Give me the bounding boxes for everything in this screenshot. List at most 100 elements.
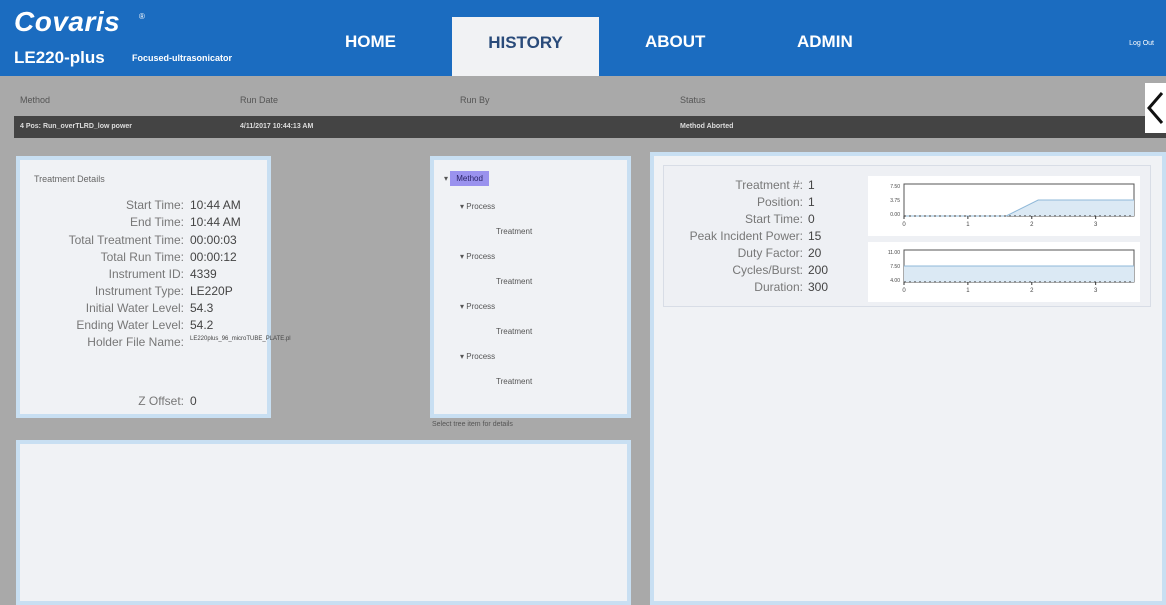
detail-value: 54.2 <box>190 318 214 332</box>
chart-xtick-label: 1 <box>966 288 970 294</box>
detail-row: Instrument Type: LE220P <box>28 284 233 300</box>
tree-item-treatment[interactable]: Treatment <box>496 327 532 336</box>
tree-item-treatment[interactable]: Treatment <box>496 227 532 236</box>
tree-item-treatment[interactable]: Treatment <box>496 277 532 286</box>
detail-row: Z Offset: 0 <box>28 394 196 410</box>
detail-value: 0 <box>190 394 197 408</box>
logout-link[interactable]: Log Out <box>1129 40 1154 47</box>
chart-ytick-label: 7.50 <box>890 184 900 190</box>
detail-label: Z Offset: <box>138 394 184 408</box>
detail-value: 54.3 <box>190 301 214 315</box>
detail-value: 10:44 AM <box>190 198 241 212</box>
chart-xtick-label: 2 <box>1030 288 1034 294</box>
chart-area <box>904 266 1134 282</box>
details-panel-empty <box>16 440 631 605</box>
temperature-chart: °C11.007.504.000123 <box>848 242 1140 302</box>
chart-xtick-label: 0 <box>902 222 906 228</box>
parameter-label: Start Time: <box>744 212 803 226</box>
treatment-details-title: Treatment Details <box>34 174 105 184</box>
parameter-value: 200 <box>808 263 829 277</box>
tree-item-process[interactable]: ▾ Process <box>460 252 495 261</box>
chart-ytick-label: 7.50 <box>890 264 900 270</box>
tree-item-process[interactable]: ▾ Process <box>460 352 495 361</box>
parameter-value: 15 <box>808 229 822 243</box>
chart-ytick-label: 4.00 <box>890 278 900 284</box>
chart-ytick-label: 11.00 <box>888 250 900 256</box>
parameter-row: Position: 1 <box>668 195 815 211</box>
detail-value: 00:00:03 <box>190 233 237 247</box>
detail-label: Holder File Name: <box>87 335 184 349</box>
column-header-run-by[interactable]: Run By <box>460 95 490 109</box>
tree-process-label: Process <box>466 252 496 261</box>
model-name: LE220-plus <box>14 48 105 67</box>
column-header-run-date[interactable]: Run Date <box>240 95 278 109</box>
chart-xtick-label: 0 <box>902 288 906 294</box>
parameter-value: 300 <box>808 280 829 294</box>
chart-xtick-label: 3 <box>1094 222 1098 228</box>
detail-label: Instrument ID: <box>108 267 184 281</box>
tree-process-label: Process <box>466 202 496 211</box>
treatment-parameters-panel: Treatment #: 1 Position: 1 Start Time: 0 Peak … <box>650 152 1166 605</box>
parameter-label: Duration: <box>754 280 803 294</box>
tree-root-label: Method <box>450 171 489 186</box>
brand-logo: Covaris <box>14 6 121 37</box>
parameter-row: Duration: 300 <box>668 280 828 296</box>
detail-value: LE220P <box>190 284 233 298</box>
parameter-label: Peak Incident Power: <box>689 229 803 243</box>
nav-admin[interactable]: ADMIN <box>797 32 853 52</box>
parameter-row: Treatment #: 1 <box>668 178 814 194</box>
registered-mark: ® <box>139 12 145 21</box>
parameter-row: Cycles/Burst: 200 <box>668 263 828 279</box>
chart-xtick-label: 2 <box>1030 222 1034 228</box>
detail-label: Ending Water Level: <box>76 318 184 332</box>
parameter-value: 20 <box>808 246 822 260</box>
parameter-value: 1 <box>808 195 815 209</box>
chevron-left-icon <box>1147 92 1164 124</box>
chart-ytick-label: 3.75 <box>890 198 900 204</box>
model-subtitle: Focused-ultrasonicator <box>132 53 233 63</box>
column-header-status[interactable]: Status <box>680 95 706 109</box>
tree-root-method[interactable]: ▾ Method <box>444 171 489 186</box>
collapse-panel-button[interactable] <box>1145 83 1166 133</box>
detail-label: Total Run Time: <box>100 250 184 264</box>
detail-row: Total Run Time: 00:00:12 <box>28 250 237 266</box>
detail-label: Instrument Type: <box>94 284 184 298</box>
tree-process-label: Process <box>466 352 496 361</box>
detail-label: Initial Water Level: <box>85 301 184 315</box>
detail-value: 4339 <box>190 267 217 281</box>
detail-row: Holder File Name: LE220plus_96_microTUBE_… <box>28 335 290 351</box>
detail-label: Start Time: <box>125 198 184 212</box>
tree-hint: Select tree item for details <box>432 421 513 428</box>
nav-about[interactable]: ABOUT <box>645 32 705 52</box>
nav-history-label: HISTORY <box>488 33 563 52</box>
detail-label: End Time: <box>129 215 184 229</box>
treatment-summary-card: Treatment #: 1 Position: 1 Start Time: 0 Peak … <box>663 165 1151 307</box>
treatment-details-panel: Treatment Details Start Time: 10:44 AM End… <box>16 156 291 418</box>
parameter-label: Cycles/Burst: <box>732 263 803 277</box>
detail-label: Total Treatment Time: <box>68 233 184 247</box>
tree-item-process[interactable]: ▾ Process <box>460 202 495 211</box>
nav-history[interactable]: HISTORY <box>452 17 599 76</box>
run-status: Method Aborted <box>680 123 734 130</box>
parameter-label: Position: <box>756 195 803 209</box>
parameter-value: 1 <box>808 178 815 192</box>
tree-item-treatment[interactable]: Treatment <box>496 377 532 386</box>
run-method: 4 Pos: Run_overTLRD_low power <box>20 123 133 130</box>
column-header-method[interactable]: Method <box>20 95 50 109</box>
parameter-value: 0 <box>808 212 815 226</box>
method-tree-panel: ▾ Method ▾ Process Treatment ▾ Process Trea… <box>430 156 631 418</box>
power-chart: AIP W7.503.750.000123 <box>848 176 1140 236</box>
parameter-row: Duty Factor: 20 <box>668 246 822 262</box>
detail-row: Initial Water Level: 54.3 <box>28 301 214 317</box>
run-row[interactable]: 4 Pos: Run_overTLRD_low power 4/11/2017 … <box>14 116 1166 138</box>
nav-home[interactable]: HOME <box>345 32 396 52</box>
chart-xtick-label: 3 <box>1094 288 1098 294</box>
tree-item-process[interactable]: ▾ Process <box>460 302 495 311</box>
detail-row: End Time: 10:44 AM <box>28 215 241 231</box>
detail-value: 00:00:12 <box>190 250 237 264</box>
detail-row: Start Time: 10:44 AM <box>28 198 241 214</box>
detail-value: 10:44 AM <box>190 215 241 229</box>
parameter-label: Duty Factor: <box>737 246 803 260</box>
detail-value: LE220plus_96_microTUBE_PLATE.pl <box>190 336 291 342</box>
parameter-label: Treatment #: <box>735 178 803 192</box>
